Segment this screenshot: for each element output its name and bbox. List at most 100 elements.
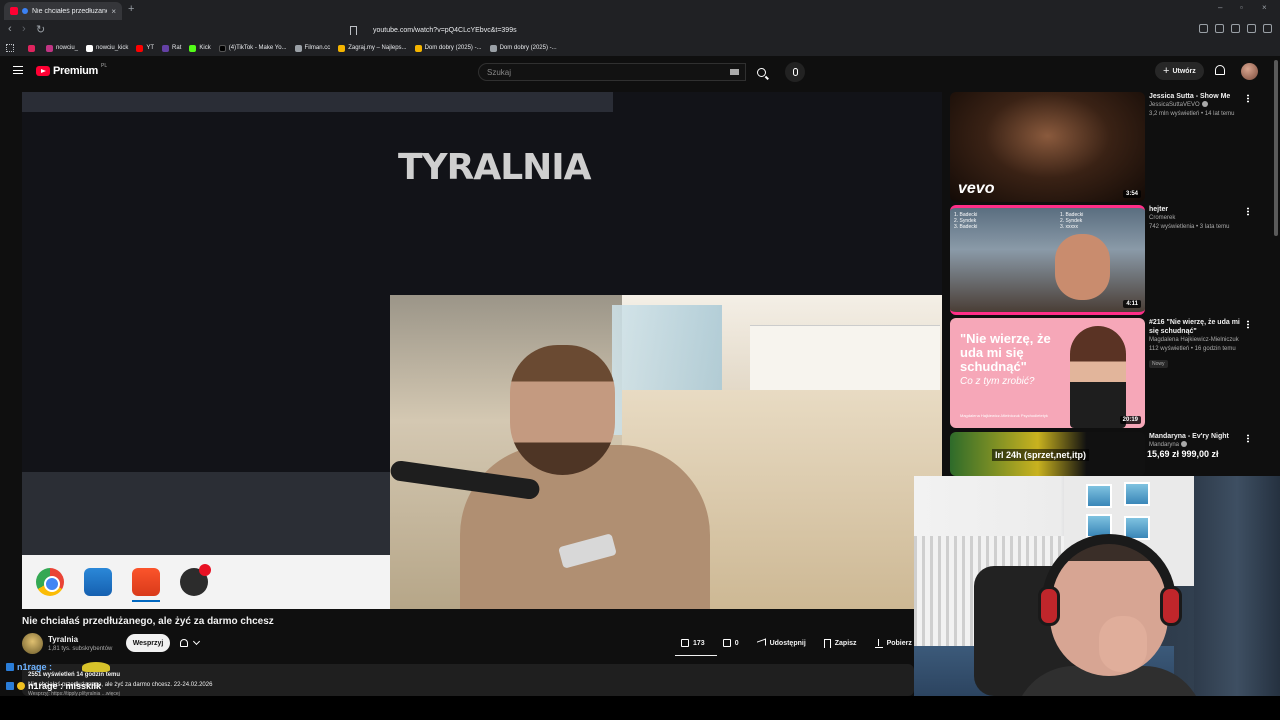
chevron-down-icon	[192, 637, 201, 646]
stream-overlay-title: TYRALNIA	[398, 147, 592, 188]
stream-top-bar	[22, 92, 613, 112]
recommendation-title[interactable]: Jessica Sutta - Show Me	[1149, 92, 1245, 101]
extension-icon[interactable]	[1199, 24, 1208, 33]
support-button[interactable]: Wesprzyj	[126, 634, 170, 652]
apps-grid-icon[interactable]	[6, 44, 14, 52]
tab-close-icon[interactable]: ×	[111, 7, 116, 16]
bookmark-item[interactable]: Rat	[162, 44, 181, 52]
search-button[interactable]	[746, 63, 776, 81]
hamburger-menu-icon[interactable]	[13, 66, 23, 74]
create-button[interactable]: + Utwórz	[1155, 62, 1204, 80]
voice-search-button[interactable]	[785, 62, 805, 82]
subscription-bell-button[interactable]	[176, 634, 210, 652]
headset-earcup	[1038, 586, 1060, 626]
notifications-bell-icon[interactable]	[1215, 65, 1225, 75]
maximize-button[interactable]: ▫	[1240, 3, 1243, 12]
recommendation-channel[interactable]: Cromerek	[1149, 214, 1245, 223]
reload-icon[interactable]: ↻	[36, 23, 45, 36]
recommendation-channel[interactable]: Magdalena Hajkiewicz-Mielniczuk	[1149, 336, 1245, 345]
page-scrollbar[interactable]	[1274, 60, 1278, 236]
bookmark-label: Zagraj.my – Najleps...	[348, 45, 407, 51]
more-options-icon[interactable]	[1247, 434, 1249, 443]
more-options-icon[interactable]	[1247, 207, 1249, 216]
bookmark-item[interactable]: Filman.cc	[294, 44, 330, 52]
more-options-icon[interactable]	[1247, 320, 1249, 329]
recommendation-thumbnail[interactable]: "Nie wierzę, że uda mi się schudnąć" Co …	[950, 318, 1145, 428]
extension-icon[interactable]	[1215, 24, 1224, 33]
bookmark-icon[interactable]	[350, 25, 357, 35]
recommendation-thumbnail[interactable]: vevo 3:54	[950, 92, 1145, 202]
recommendation-info: hejter Cromerek 742 wyświetlenia • 3 lat…	[1149, 205, 1245, 232]
like-button[interactable]: 173	[675, 634, 711, 652]
thumbnail-face	[1055, 234, 1110, 300]
bookmark-item[interactable]: Dom dobry (2025) -...	[489, 44, 557, 52]
share-label: Udostępnij	[769, 639, 806, 647]
extension-icon[interactable]	[1247, 24, 1256, 33]
save-button[interactable]: Zapisz	[818, 634, 863, 652]
minimize-button[interactable]: –	[1218, 3, 1222, 12]
recommendation-title[interactable]: Mandaryna - Ev'ry Night	[1149, 432, 1245, 441]
bookmark-label: nowciu_	[56, 45, 79, 51]
recommendation-item[interactable]: Mandaryna - Ev'ry Night Mandaryna Irl 24…	[950, 432, 1255, 476]
wall-picture	[1086, 484, 1112, 508]
recommendation-title[interactable]: hejter	[1149, 205, 1245, 214]
microsoft-store-icon	[84, 568, 112, 596]
account-avatar[interactable]	[1241, 63, 1258, 80]
duration-badge: 3:54	[1122, 190, 1141, 198]
download-button[interactable]: Pobierz	[869, 634, 918, 652]
more-options-icon[interactable]	[1247, 94, 1249, 103]
recommendation-channel[interactable]: JessicaSuttaVEVO	[1149, 101, 1245, 110]
recommendation-title[interactable]: #216 "Nie wierzę, że uda mi się schudnąć…	[1149, 318, 1245, 336]
recommendation-meta: 112 wyświetleń • 16 godzin temu	[1149, 346, 1236, 352]
thumbnail-leaderboard: 1. Badecki 2. Syndek 3. xxxxx	[1060, 212, 1084, 230]
bookmark-label: Kick	[199, 45, 211, 51]
bookmark-label: Dom dobry (2025) -...	[499, 45, 557, 51]
youtube-premium-logo[interactable]: Premium PL	[36, 63, 108, 77]
close-window-button[interactable]: ×	[1262, 3, 1267, 12]
bookmark-label: Dom dobry (2025) -...	[424, 45, 482, 51]
video-player[interactable]: TYRALNIA	[22, 92, 942, 609]
streamer-head	[510, 345, 615, 475]
bookmark-item[interactable]: (4)TikTok - Make Yo...	[218, 44, 287, 52]
bookmark-item[interactable]: YT	[136, 44, 154, 52]
bookmark-item[interactable]: Zagraj.my – Najleps...	[338, 44, 407, 52]
channel-name[interactable]: Tyralnia	[48, 635, 78, 644]
bookmark-item[interactable]: nowciu_kick	[86, 44, 129, 52]
share-button[interactable]: Udostępnij	[751, 634, 812, 652]
streamer-webcam-overlay	[914, 476, 1280, 696]
recommendation-thumbnail[interactable]: 1. Badecki 2. Syndek 3. Badecki 1. Badec…	[950, 205, 1145, 315]
country-code: PL	[100, 63, 108, 69]
active-indicator	[132, 600, 160, 602]
back-icon[interactable]: ‹	[8, 23, 12, 35]
bookmark-label: nowciu_kick	[96, 45, 129, 51]
save-label: Zapisz	[834, 639, 857, 647]
share-icon	[756, 637, 766, 649]
globe-icon	[294, 44, 302, 52]
vevo-logo: vevo	[958, 180, 995, 197]
browser-tab[interactable]: Nie chciałeś przedłużanego, ale ×	[4, 2, 122, 20]
recommendation-item[interactable]: 1. Badecki 2. Syndek 3. Badecki 1. Badec…	[950, 205, 1255, 315]
duration-badge: 20:19	[1119, 416, 1141, 424]
recommendation-item[interactable]: vevo 3:54 Jessica Sutta - Show Me Jessic…	[950, 92, 1255, 202]
menu-icon[interactable]	[1263, 24, 1272, 33]
bottom-strip	[0, 696, 1280, 720]
video-description[interactable]	[22, 664, 914, 696]
bookmark-item[interactable]: nowciu_	[46, 44, 79, 52]
search-input[interactable]: Szukaj	[478, 63, 746, 81]
new-tab-button[interactable]: +	[128, 3, 134, 15]
bookmark-item[interactable]: Kick	[189, 44, 211, 52]
dislike-button[interactable]: 0	[717, 634, 745, 652]
bookmark-item[interactable]	[28, 44, 38, 52]
url-text[interactable]: youtube.com/watch?v=pQ4CLcYEbvc&t=399s	[373, 27, 517, 34]
keyboard-icon[interactable]	[730, 69, 739, 75]
bell-icon	[180, 639, 188, 647]
bookmark-item[interactable]: Dom dobry (2025) -...	[414, 44, 482, 52]
channel-avatar[interactable]	[22, 633, 43, 654]
plus-icon: +	[1163, 65, 1170, 77]
zagraj-icon	[338, 44, 346, 52]
omnibox[interactable]: youtube.com/watch?v=pQ4CLcYEbvc&t=399s	[350, 22, 910, 38]
download-icon	[874, 638, 883, 648]
recommendation-item[interactable]: "Nie wierzę, że uda mi się schudnąć" Co …	[950, 318, 1255, 428]
forward-icon[interactable]: ›	[22, 23, 26, 35]
extension-icon[interactable]	[1231, 24, 1240, 33]
